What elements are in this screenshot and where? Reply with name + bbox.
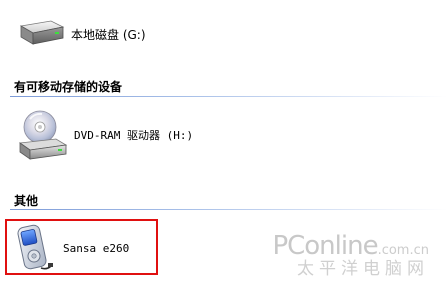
watermark-domain: .com.cn: [377, 243, 429, 258]
drive-item-local-disk-g[interactable]: 本地磁盘 (G:): [15, 18, 146, 50]
dvd-drive-icon: [18, 110, 68, 160]
watermark-brand: PConline: [272, 231, 378, 261]
drive-label: 本地磁盘 (G:): [71, 27, 146, 42]
group-header-other: 其他: [14, 194, 39, 208]
watermark-subtitle: 太平洋电脑网: [297, 259, 429, 279]
hard-drive-icon: [19, 20, 65, 45]
drive-item-dvd-ram-h[interactable]: DVD-RAM 驱动器 (H:): [16, 107, 193, 163]
group-divider: [10, 209, 447, 210]
drive-label: DVD-RAM 驱动器 (H:): [74, 129, 194, 142]
watermark: PConline.com.cn 太平洋电脑网: [272, 233, 429, 278]
group-header-removable-storage: 有可移动存储的设备: [14, 80, 123, 94]
group-divider: [10, 96, 447, 97]
highlight-box: [5, 219, 158, 275]
